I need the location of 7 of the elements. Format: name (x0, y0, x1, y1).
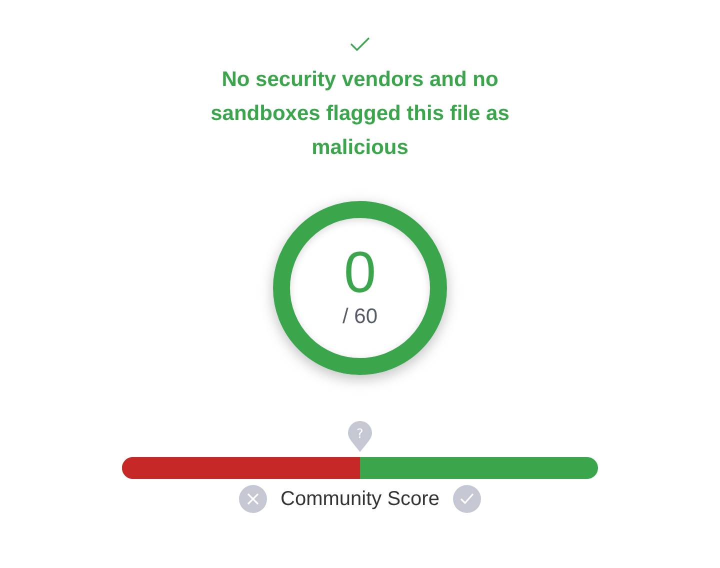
close-circle-icon[interactable] (238, 485, 267, 513)
detection-total: / 60 (342, 304, 378, 330)
check-circle-icon[interactable] (453, 485, 482, 513)
detection-count: 0 (344, 242, 376, 304)
verdict-message: No security vendors and no sandboxes flagged this file as malicious (210, 67, 510, 161)
community-score-label: Community Score (280, 488, 440, 510)
help-pin-icon[interactable]: ? (347, 421, 373, 453)
